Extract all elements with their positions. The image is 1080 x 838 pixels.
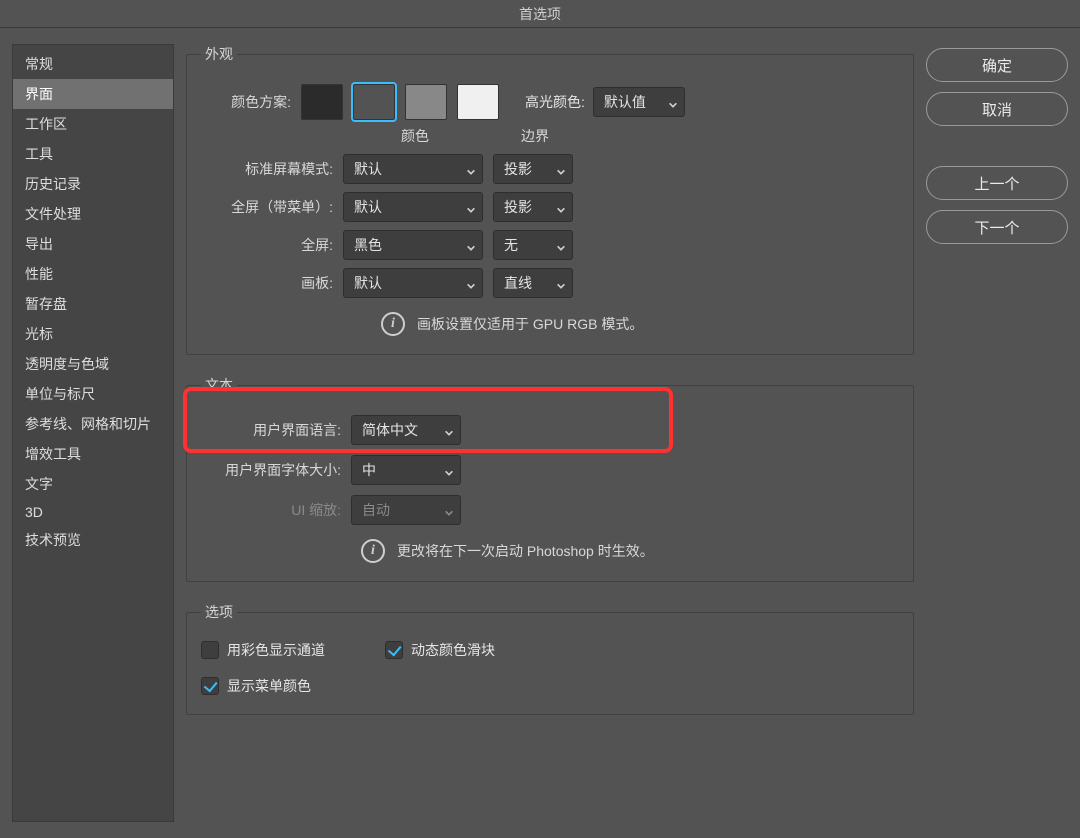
screen-mode-color-select-0[interactable]: 默认 bbox=[343, 154, 483, 184]
sidebar-item-0[interactable]: 常规 bbox=[13, 49, 173, 79]
info-icon: i bbox=[361, 539, 385, 563]
options-group: 选项 用彩色显示通道 动态颜色滑块 显示菜单颜色 bbox=[186, 602, 914, 715]
checkbox-icon bbox=[201, 641, 219, 659]
checkbox-color-channels-label: 用彩色显示通道 bbox=[227, 640, 325, 660]
column-header-color: 颜色 bbox=[345, 126, 485, 146]
ui-font-size-label: 用户界面字体大小: bbox=[201, 460, 341, 480]
highlight-color-select[interactable]: 默认值 bbox=[593, 87, 685, 117]
screen-mode-color-select-2[interactable]: 黑色 bbox=[343, 230, 483, 260]
highlight-color-value: 默认值 bbox=[604, 92, 646, 112]
sidebar-item-2[interactable]: 工作区 bbox=[13, 109, 173, 139]
info-icon: i bbox=[381, 312, 405, 336]
screen-mode-border-value: 无 bbox=[504, 235, 518, 255]
sidebar-item-15[interactable]: 3D bbox=[13, 499, 173, 525]
sidebar-item-13[interactable]: 增效工具 bbox=[13, 439, 173, 469]
screen-mode-color-value: 默认 bbox=[354, 273, 382, 293]
sidebar-item-5[interactable]: 文件处理 bbox=[13, 199, 173, 229]
chevron-down-icon bbox=[444, 505, 454, 515]
screen-mode-color-value: 黑色 bbox=[354, 235, 382, 255]
screen-mode-border-value: 投影 bbox=[504, 159, 532, 179]
ui-font-size-value: 中 bbox=[362, 460, 376, 480]
sidebar-item-11[interactable]: 单位与标尺 bbox=[13, 379, 173, 409]
ui-scale-value: 自动 bbox=[362, 500, 390, 520]
color-scheme-swatch-1[interactable] bbox=[353, 84, 395, 120]
sidebar-item-14[interactable]: 文字 bbox=[13, 469, 173, 499]
screen-mode-label-3: 画板: bbox=[201, 273, 333, 293]
screen-mode-border-select-2[interactable]: 无 bbox=[493, 230, 573, 260]
sidebar-item-16[interactable]: 技术预览 bbox=[13, 525, 173, 555]
screen-mode-border-select-1[interactable]: 投影 bbox=[493, 192, 573, 222]
window-title: 首选项 bbox=[519, 4, 561, 24]
cancel-button[interactable]: 取消 bbox=[926, 92, 1068, 126]
color-scheme-swatch-2[interactable] bbox=[405, 84, 447, 120]
sidebar-item-7[interactable]: 性能 bbox=[13, 259, 173, 289]
chevron-down-icon bbox=[556, 202, 566, 212]
checkbox-show-menu-colors[interactable]: 显示菜单颜色 bbox=[201, 676, 899, 696]
text-group: 文本 用户界面语言: 简体中文 用户界面字体大小: 中 UI 缩放: bbox=[186, 375, 914, 582]
checkbox-dynamic-sliders[interactable]: 动态颜色滑块 bbox=[385, 640, 495, 660]
screen-mode-border-value: 投影 bbox=[504, 197, 532, 217]
prev-button[interactable]: 上一个 bbox=[926, 166, 1068, 200]
chevron-down-icon bbox=[466, 202, 476, 212]
chevron-down-icon bbox=[556, 278, 566, 288]
chevron-down-icon bbox=[556, 240, 566, 250]
chevron-down-icon bbox=[466, 278, 476, 288]
sidebar-item-9[interactable]: 光标 bbox=[13, 319, 173, 349]
ui-language-select[interactable]: 简体中文 bbox=[351, 415, 461, 445]
screen-mode-border-select-3[interactable]: 直线 bbox=[493, 268, 573, 298]
color-scheme-swatch-3[interactable] bbox=[457, 84, 499, 120]
screen-mode-color-value: 默认 bbox=[354, 197, 382, 217]
dialog-buttons: 确定 取消 上一个 下一个 bbox=[926, 44, 1068, 822]
text-info-text: 更改将在下一次启动 Photoshop 时生效。 bbox=[397, 541, 654, 561]
chevron-down-icon bbox=[444, 465, 454, 475]
checkbox-dynamic-sliders-label: 动态颜色滑块 bbox=[411, 640, 495, 660]
chevron-down-icon bbox=[466, 240, 476, 250]
checkbox-show-menu-colors-label: 显示菜单颜色 bbox=[227, 676, 311, 696]
column-header-border: 边界 bbox=[495, 126, 575, 146]
chevron-down-icon bbox=[466, 164, 476, 174]
appearance-info-text: 画板设置仅适用于 GPU RGB 模式。 bbox=[417, 314, 643, 334]
sidebar-item-3[interactable]: 工具 bbox=[13, 139, 173, 169]
chevron-down-icon bbox=[444, 425, 454, 435]
options-legend: 选项 bbox=[201, 602, 237, 622]
sidebar-item-4[interactable]: 历史记录 bbox=[13, 169, 173, 199]
chevron-down-icon bbox=[556, 164, 566, 174]
sidebar-item-12[interactable]: 参考线、网格和切片 bbox=[13, 409, 173, 439]
screen-mode-border-value: 直线 bbox=[504, 273, 532, 293]
color-scheme-swatches bbox=[301, 84, 499, 120]
ok-button[interactable]: 确定 bbox=[926, 48, 1068, 82]
appearance-legend: 外观 bbox=[201, 44, 237, 64]
appearance-group: 外观 颜色方案: 高光颜色: 默认值 颜色 边界 标准屏幕模式:默认投影全屏（带… bbox=[186, 44, 914, 355]
screen-mode-color-select-1[interactable]: 默认 bbox=[343, 192, 483, 222]
ui-scale-select: 自动 bbox=[351, 495, 461, 525]
screen-mode-color-select-3[interactable]: 默认 bbox=[343, 268, 483, 298]
ui-language-value: 简体中文 bbox=[362, 420, 418, 440]
screen-mode-label-2: 全屏: bbox=[201, 235, 333, 255]
checkbox-icon bbox=[385, 641, 403, 659]
sidebar-item-10[interactable]: 透明度与色域 bbox=[13, 349, 173, 379]
screen-mode-label-1: 全屏（带菜单）: bbox=[201, 197, 333, 217]
screen-mode-color-value: 默认 bbox=[354, 159, 382, 179]
sidebar: 常规界面工作区工具历史记录文件处理导出性能暂存盘光标透明度与色域单位与标尺参考线… bbox=[12, 44, 174, 822]
next-button[interactable]: 下一个 bbox=[926, 210, 1068, 244]
ui-scale-label: UI 缩放: bbox=[201, 500, 341, 520]
sidebar-item-8[interactable]: 暂存盘 bbox=[13, 289, 173, 319]
screen-mode-border-select-0[interactable]: 投影 bbox=[493, 154, 573, 184]
screen-mode-label-0: 标准屏幕模式: bbox=[201, 159, 333, 179]
sidebar-item-1[interactable]: 界面 bbox=[13, 79, 173, 109]
ui-font-size-select[interactable]: 中 bbox=[351, 455, 461, 485]
chevron-down-icon bbox=[668, 97, 678, 107]
highlight-color-label: 高光颜色: bbox=[525, 92, 585, 112]
color-scheme-label: 颜色方案: bbox=[201, 92, 291, 112]
checkbox-color-channels[interactable]: 用彩色显示通道 bbox=[201, 640, 325, 660]
checkbox-icon bbox=[201, 677, 219, 695]
color-scheme-swatch-0[interactable] bbox=[301, 84, 343, 120]
sidebar-item-6[interactable]: 导出 bbox=[13, 229, 173, 259]
